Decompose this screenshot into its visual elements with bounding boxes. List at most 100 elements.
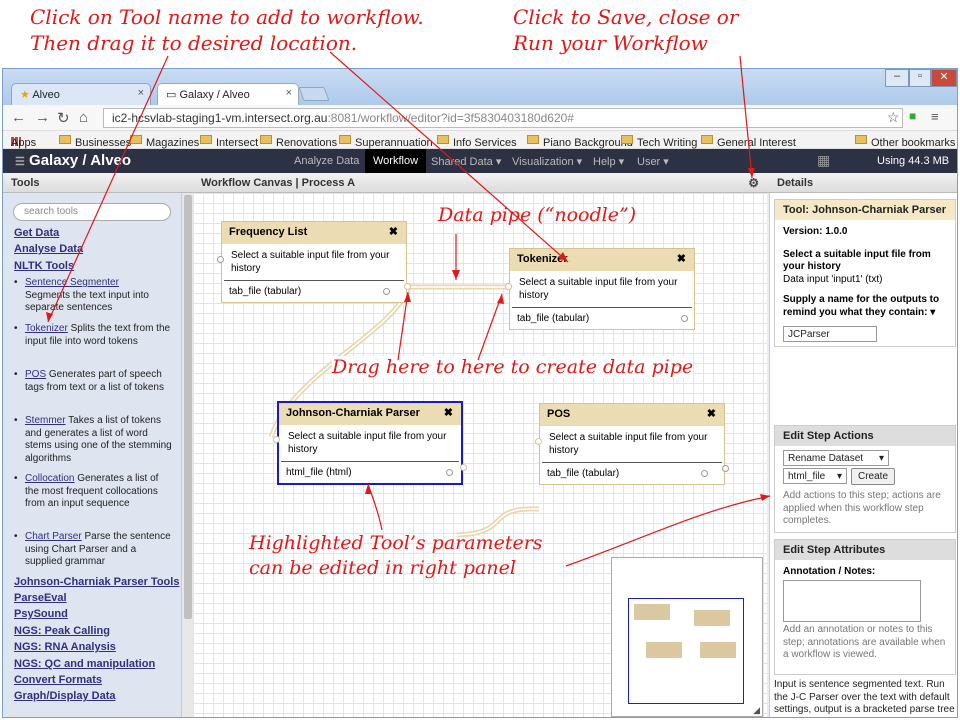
section-ngs-qc[interactable]: NGS: QC and manipulation: [14, 658, 155, 670]
action-select[interactable]: Rename Dataset ▾: [783, 450, 889, 466]
node-header[interactable]: Frequency List ✖: [222, 222, 406, 244]
bookmark-superannuation[interactable]: Superannuation: [339, 134, 433, 149]
input-terminal-icon[interactable]: [217, 256, 224, 263]
bookmark-renovations[interactable]: Renovations: [260, 134, 337, 149]
maximize-icon[interactable]: ▫: [909, 69, 931, 87]
menu-help[interactable]: Help ▾: [593, 155, 624, 168]
section-get-data[interactable]: Get Data: [14, 227, 59, 239]
tool-link[interactable]: POS: [25, 369, 46, 380]
close-icon[interactable]: ✖: [707, 407, 716, 420]
back-icon[interactable]: ←: [11, 109, 26, 126]
bookmark-tech-writing[interactable]: Tech Writing: [621, 134, 697, 149]
close-icon[interactable]: ×: [138, 87, 144, 99]
output-checkbox-icon[interactable]: [701, 470, 708, 477]
bookmark-info-services[interactable]: Info Services: [437, 134, 517, 149]
star-bookmark-icon[interactable]: ☆: [887, 109, 900, 126]
tool-item-sentence-segmenter: • Sentence Segmenter Segments the text inp…: [14, 277, 149, 314]
node-header[interactable]: POS ✖: [540, 404, 724, 426]
minimize-icon[interactable]: –: [885, 69, 909, 87]
input-terminal-icon[interactable]: [535, 438, 542, 445]
tool-link[interactable]: Chart Parser: [25, 531, 82, 542]
tab-galaxy[interactable]: ▭ Galaxy / Alveo ×: [157, 83, 299, 105]
section-parseeval[interactable]: ParseEval: [14, 592, 67, 604]
tool-link[interactable]: Sentence Segmenter: [25, 277, 119, 288]
tool-desc: Segments the text input into separate se…: [25, 289, 149, 314]
section-jc-parser-tools[interactable]: Johnson-Charniak Parser Tools: [14, 576, 179, 588]
menu-shared-data[interactable]: Shared Data ▾: [431, 155, 501, 168]
node-input: Select a suitable input file from your h…: [224, 244, 404, 281]
new-tab-button[interactable]: [298, 87, 330, 101]
tool-link[interactable]: Tokenizer: [25, 323, 68, 334]
bookmark-general-interest[interactable]: General Interest: [701, 134, 796, 149]
output-select[interactable]: html_file ▾: [783, 468, 847, 484]
bookmark-magazines[interactable]: Magazines: [130, 134, 199, 149]
forward-icon[interactable]: →: [35, 109, 50, 126]
home-icon[interactable]: ⌂: [79, 109, 88, 126]
extension-icon[interactable]: ■: [909, 109, 916, 123]
node-tokenizer[interactable]: Tokenizer ✖ Select a suitable input file …: [505, 248, 695, 330]
resize-handle-icon[interactable]: ◢: [753, 705, 760, 716]
close-icon[interactable]: ✖: [677, 252, 686, 265]
tools-scrollbar[interactable]: [181, 193, 193, 717]
bookmark-intersect[interactable]: Intersect: [200, 134, 258, 149]
workflow-canvas[interactable]: Frequency List ✖ Select a suitable input …: [193, 193, 767, 717]
node-header[interactable]: Tokenizer ✖: [510, 249, 694, 271]
output-terminal-icon[interactable]: [460, 464, 467, 471]
select-value: html_file: [788, 471, 826, 482]
section-graph-display[interactable]: Graph/Display Data: [14, 690, 115, 702]
output-terminal-icon[interactable]: [722, 465, 729, 472]
notes-textarea[interactable]: [783, 580, 921, 622]
menu-workflow[interactable]: Workflow: [365, 149, 427, 173]
menu-analyze-data[interactable]: Analyze Data: [294, 155, 359, 167]
output-checkbox-icon[interactable]: [446, 469, 453, 476]
close-window-icon[interactable]: ✕: [931, 69, 957, 87]
scrollbar-thumb[interactable]: [184, 195, 192, 619]
step-actions-panel: Edit Step Actions Rename Dataset ▾ html_f…: [774, 425, 956, 533]
tab-alveo[interactable]: ★ Alveo ×: [11, 83, 151, 105]
node-output: tab_file (tabular): [222, 281, 406, 302]
close-icon[interactable]: ✖: [389, 225, 398, 238]
section-ngs-rna-analysis[interactable]: NGS: RNA Analysis: [14, 641, 116, 653]
menu-user[interactable]: User ▾: [637, 155, 669, 168]
output-checkbox-icon[interactable]: [681, 315, 688, 322]
output-terminal-icon[interactable]: [404, 283, 411, 290]
galaxy-brand[interactable]: ☰ Galaxy / Alveo: [15, 152, 131, 169]
folder-icon: [200, 135, 212, 144]
url-input[interactable]: ic2-hcsvlab-staging1-vm.intersect.org.au…: [103, 108, 903, 128]
section-nltk-tools[interactable]: NLTK Tools: [14, 260, 74, 272]
tool-version: Version: 1.0.0: [783, 226, 848, 237]
bookmark-label: General Interest: [717, 137, 796, 149]
chevron-down-icon[interactable]: ▾: [930, 307, 935, 318]
canvas-title-text: Workflow Canvas | Process A: [201, 177, 356, 189]
close-icon[interactable]: ×: [286, 87, 292, 99]
menu-visualization[interactable]: Visualization ▾: [512, 155, 582, 168]
node-header[interactable]: Johnson-Charniak Parser ✖: [279, 403, 461, 425]
section-convert-formats[interactable]: Convert Formats: [14, 674, 102, 686]
grid-icon[interactable]: ▦: [817, 152, 830, 169]
input-terminal-icon[interactable]: [273, 436, 280, 443]
bookmark-businesses[interactable]: Businesses: [59, 134, 131, 149]
overview-node: [694, 610, 730, 626]
output-name-input[interactable]: JCParser: [783, 326, 877, 342]
annotation-drag-pipe: Drag here to here to create data pipe: [332, 356, 694, 378]
tool-link[interactable]: Collocation: [25, 473, 74, 484]
section-psysound[interactable]: PsySound: [14, 608, 68, 620]
node-title: Frequency List: [229, 226, 308, 238]
menu-icon[interactable]: ≡: [931, 109, 939, 124]
reload-icon[interactable]: ↻: [57, 109, 70, 127]
section-ngs-peak-calling[interactable]: NGS: Peak Calling: [14, 625, 110, 637]
tool-link[interactable]: Stemmer: [25, 415, 66, 426]
input-terminal-icon[interactable]: [505, 283, 512, 290]
search-tools-input[interactable]: search tools: [13, 203, 171, 221]
node-pos[interactable]: POS ✖ Select a suitable input file from y…: [535, 403, 729, 485]
node-frequency-list[interactable]: Frequency List ✖ Select a suitable input …: [217, 221, 411, 303]
canvas-overview[interactable]: ◢: [611, 557, 763, 717]
gear-icon[interactable]: ⚙: [748, 176, 759, 190]
node-jc-parser[interactable]: Johnson-Charniak Parser ✖ Select a suitab…: [273, 401, 467, 485]
bookmark-piano[interactable]: Piano Background: [527, 134, 633, 149]
output-checkbox-icon[interactable]: [383, 288, 390, 295]
section-analyse-data[interactable]: Analyse Data: [14, 243, 83, 255]
create-button[interactable]: Create: [851, 468, 896, 485]
close-icon[interactable]: ✖: [444, 406, 453, 419]
bookmark-other[interactable]: Other bookmarks: [855, 134, 955, 149]
